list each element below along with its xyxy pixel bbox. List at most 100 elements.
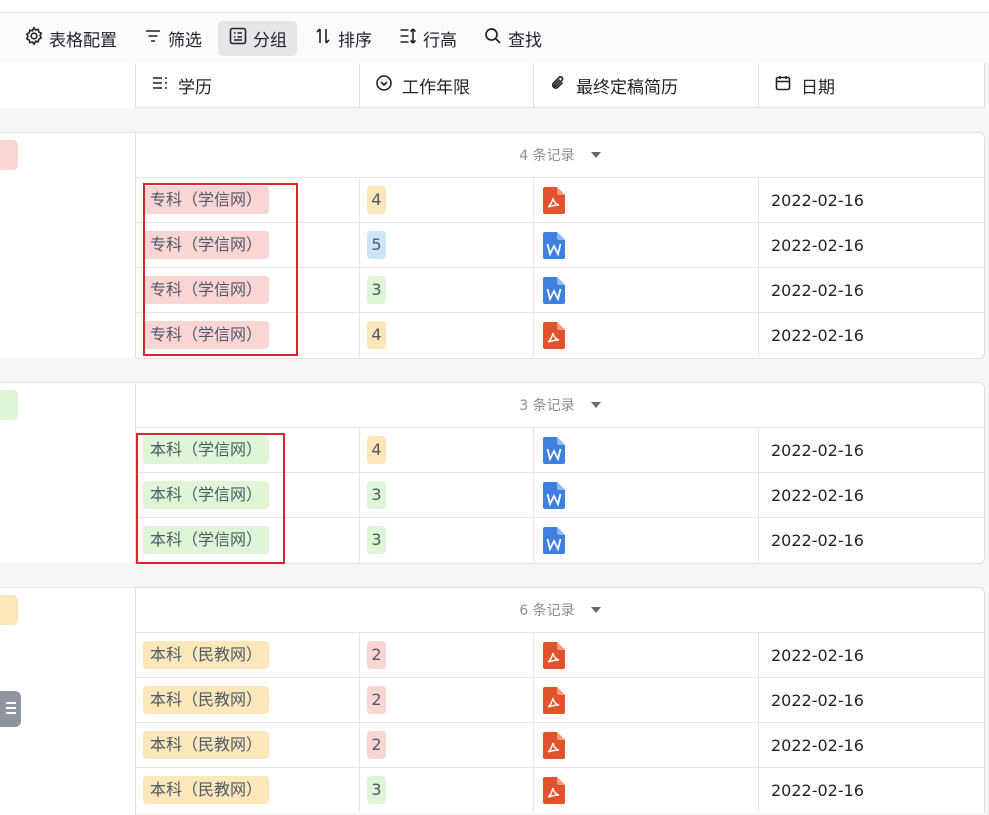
attachment-icon bbox=[549, 74, 567, 97]
caret-down-icon[interactable] bbox=[590, 402, 601, 408]
table-grid: 学历 工作年限 最终定稿简历 日期 4 条记录 专科（学信网） 4 2022-0… bbox=[0, 63, 989, 815]
education-tag: 专科（学信网） bbox=[143, 321, 270, 349]
dropdown-circle-icon bbox=[375, 74, 393, 97]
view-toolbar: 表格配置 筛选 分组 排序 行高 查找 bbox=[0, 13, 989, 63]
group-header[interactable]: 6 条记录 bbox=[136, 588, 984, 633]
column-header-row: 学历 工作年限 最终定稿简历 日期 bbox=[136, 63, 985, 108]
pdf-file-icon[interactable] bbox=[543, 686, 565, 714]
education-tag: 专科（学信网） bbox=[143, 231, 270, 259]
work-years-tag: 4 bbox=[367, 186, 386, 214]
date-value: 2022-02-16 bbox=[771, 190, 864, 210]
date-value: 2022-02-16 bbox=[771, 780, 864, 800]
group-icon bbox=[228, 26, 248, 51]
education-tag: 本科（民教网） bbox=[143, 641, 270, 669]
group-separator bbox=[0, 563, 136, 588]
pdf-file-icon[interactable] bbox=[543, 186, 565, 214]
word-file-icon[interactable] bbox=[543, 276, 565, 304]
date-value: 2022-02-16 bbox=[771, 280, 864, 300]
filter-button[interactable]: 筛选 bbox=[133, 21, 212, 56]
group-separator bbox=[0, 358, 136, 383]
sort-button[interactable]: 排序 bbox=[303, 21, 382, 56]
work-years-tag: 5 bbox=[367, 231, 386, 259]
filter-icon bbox=[143, 26, 163, 51]
group-header[interactable]: 4 条记录 bbox=[136, 133, 984, 178]
table-row[interactable]: 专科（学信网） 4 2022-02-16 bbox=[136, 178, 984, 223]
column-header-label: 日期 bbox=[801, 78, 835, 98]
date-value: 2022-02-16 bbox=[771, 645, 864, 665]
row-height-icon bbox=[398, 26, 418, 51]
group-count: 3 条记录 bbox=[519, 398, 575, 414]
gear-icon bbox=[24, 25, 44, 51]
table-row[interactable]: 本科（民教网） 3 2022-02-16 bbox=[136, 768, 984, 813]
caret-down-icon[interactable] bbox=[590, 607, 601, 613]
table-row[interactable]: 本科（民教网） 2 2022-02-16 bbox=[136, 678, 984, 723]
group-badge-green[interactable] bbox=[0, 390, 18, 420]
table-settings-label: 表格配置 bbox=[49, 30, 117, 51]
table-row[interactable]: 本科（学信网） 3 2022-02-16 bbox=[136, 473, 984, 518]
column-header-label: 工作年限 bbox=[402, 78, 470, 98]
column-header-work-years[interactable]: 工作年限 bbox=[360, 63, 534, 108]
row-height-label: 行高 bbox=[423, 30, 457, 51]
date-value: 2022-02-16 bbox=[771, 235, 864, 255]
date-value: 2022-02-16 bbox=[771, 325, 864, 345]
table-row[interactable]: 专科（学信网） 5 2022-02-16 bbox=[136, 223, 984, 268]
row-height-button[interactable]: 行高 bbox=[388, 21, 467, 56]
column-header-label: 最终定稿简历 bbox=[576, 78, 678, 98]
group-header[interactable]: 3 条记录 bbox=[136, 383, 984, 428]
search-label: 查找 bbox=[508, 30, 542, 51]
pdf-file-icon[interactable] bbox=[543, 641, 565, 669]
education-tag: 专科（学信网） bbox=[143, 186, 270, 214]
search-icon bbox=[483, 26, 503, 51]
work-years-tag: 3 bbox=[367, 481, 386, 509]
table-row[interactable]: 本科（民教网） 2 2022-02-16 bbox=[136, 633, 984, 678]
group-badge-yellow[interactable] bbox=[0, 595, 18, 625]
pdf-file-icon[interactable] bbox=[543, 731, 565, 759]
column-header-education[interactable]: 学历 bbox=[136, 63, 360, 108]
education-tag: 专科（学信网） bbox=[143, 276, 270, 304]
word-file-icon[interactable] bbox=[543, 436, 565, 464]
word-file-icon[interactable] bbox=[543, 481, 565, 509]
table-settings-button[interactable]: 表格配置 bbox=[14, 21, 127, 56]
pdf-file-icon[interactable] bbox=[543, 321, 565, 349]
pdf-file-icon[interactable] bbox=[543, 776, 565, 804]
sort-label: 排序 bbox=[338, 30, 372, 51]
filter-label: 筛选 bbox=[168, 30, 202, 51]
group-button[interactable]: 分组 bbox=[218, 20, 297, 56]
education-tag: 本科（民教网） bbox=[143, 686, 270, 714]
education-tag: 本科（民教网） bbox=[143, 776, 270, 804]
column-header-final-resume[interactable]: 最终定稿简历 bbox=[534, 63, 759, 108]
work-years-tag: 2 bbox=[367, 686, 386, 714]
group-separator bbox=[0, 108, 136, 133]
calendar-icon bbox=[774, 74, 792, 97]
work-years-tag: 2 bbox=[367, 731, 386, 759]
caret-down-icon[interactable] bbox=[590, 152, 601, 158]
group-label: 分组 bbox=[253, 30, 287, 51]
date-value: 2022-02-16 bbox=[771, 735, 864, 755]
table-row[interactable]: 本科（学信网） 3 2022-02-16 bbox=[136, 518, 984, 563]
date-value: 2022-02-16 bbox=[771, 530, 864, 550]
table-row[interactable]: 本科（民教网） 2 2022-02-16 bbox=[136, 723, 984, 768]
table-row[interactable]: 专科（学信网） 3 2022-02-16 bbox=[136, 268, 984, 313]
education-tag: 本科（民教网） bbox=[143, 731, 270, 759]
word-file-icon[interactable] bbox=[543, 526, 565, 554]
date-value: 2022-02-16 bbox=[771, 485, 864, 505]
record-group: 3 条记录 本科（学信网） 4 2022-02-16 本科（学信网） 3 202… bbox=[136, 382, 985, 564]
date-value: 2022-02-16 bbox=[771, 690, 864, 710]
word-file-icon[interactable] bbox=[543, 231, 565, 259]
sort-icon bbox=[313, 26, 333, 51]
work-years-tag: 4 bbox=[367, 321, 386, 349]
education-tag: 本科（学信网） bbox=[143, 526, 270, 554]
column-header-date[interactable]: 日期 bbox=[759, 63, 985, 108]
table-row[interactable]: 专科（学信网） 4 2022-02-16 bbox=[136, 313, 984, 358]
top-strip bbox=[0, 0, 989, 13]
table-row[interactable]: 本科（学信网） 4 2022-02-16 bbox=[136, 428, 984, 473]
work-years-tag: 3 bbox=[367, 526, 386, 554]
education-tag: 本科（学信网） bbox=[143, 481, 270, 509]
expand-menu-button[interactable] bbox=[0, 691, 21, 727]
search-button[interactable]: 查找 bbox=[473, 21, 552, 56]
work-years-tag: 3 bbox=[367, 776, 386, 804]
group-count: 4 条记录 bbox=[519, 148, 575, 164]
group-count: 6 条记录 bbox=[519, 603, 575, 619]
work-years-tag: 3 bbox=[367, 276, 386, 304]
group-badge-pink[interactable] bbox=[0, 140, 18, 170]
